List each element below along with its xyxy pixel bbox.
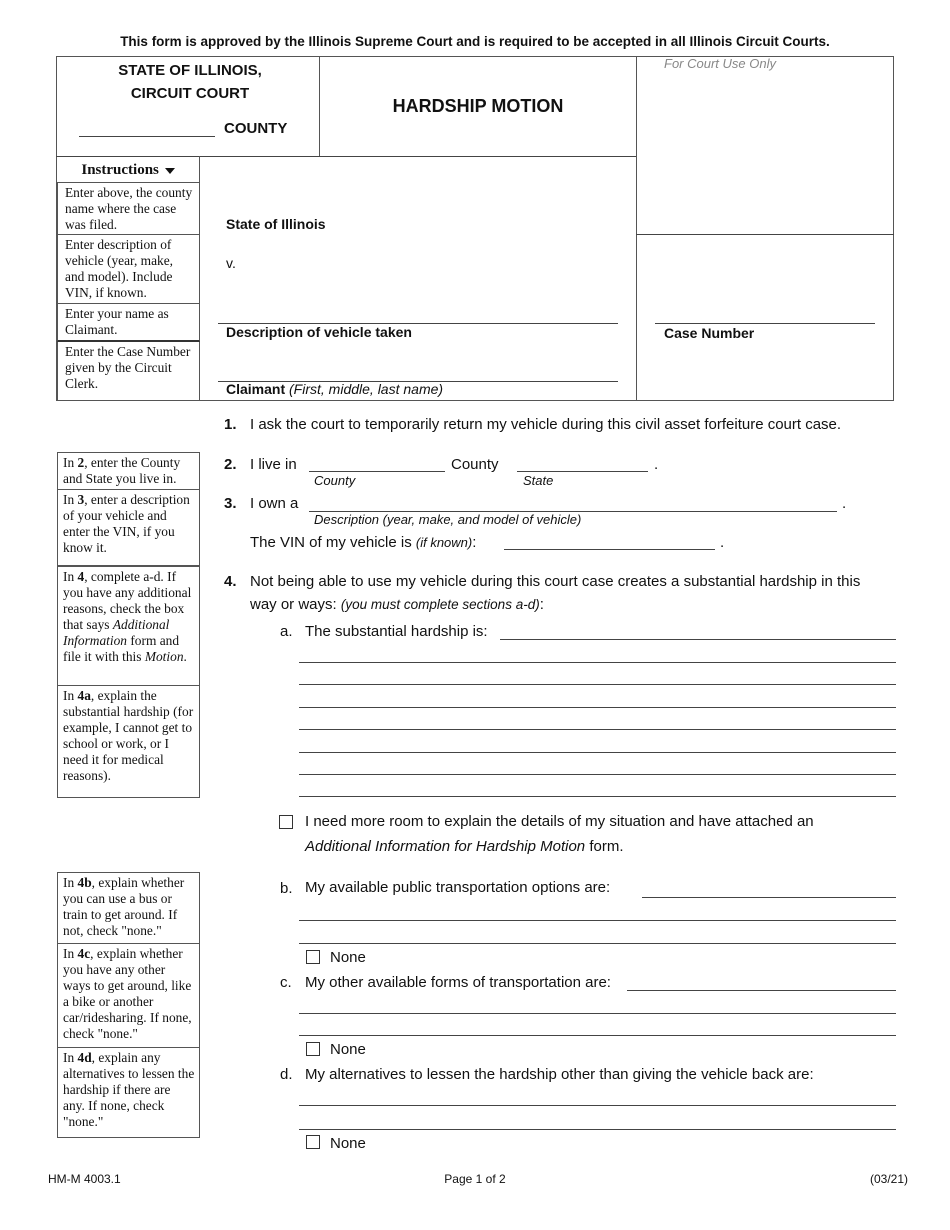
hardship-field-line[interactable] [299,752,896,753]
vehicle-description-label: Description of vehicle taken [226,324,412,340]
side-note-4b: In 4b, explain whether you can use a bus… [57,872,200,944]
residence-county-field[interactable] [309,471,445,472]
vin-field[interactable] [504,549,715,550]
alternatives-field-line[interactable] [299,1129,896,1130]
state-heading: STATE OF ILLINOIS, [118,62,262,79]
4d-none-label: None [330,1135,366,1152]
side-note-4d: In 4d, explain any alternatives to lesse… [57,1047,200,1138]
item-4-line2: way or ways: (you must complete sections… [250,596,544,613]
public-transport-field-line[interactable] [299,943,896,944]
more-room-line1: I need more room to explain the details … [305,813,814,830]
other-transport-field-line[interactable] [299,1013,896,1014]
item-4b-letter: b. [280,880,293,897]
court-heading: CIRCUIT COURT [130,85,250,102]
4b-none-checkbox[interactable] [306,950,320,964]
alternatives-field-line[interactable] [299,1105,896,1106]
instructions-label: Instructions [81,162,159,178]
triangle-down-icon [164,167,175,174]
item-4d-text: My alternatives to lessen the hardship o… [305,1066,814,1083]
side-note-4c: In 4c, explain whether you have any othe… [57,943,200,1048]
instruction-claimant: Enter your name as Claimant. [57,304,200,342]
divider [636,56,637,401]
4b-none-label: None [330,949,366,966]
claimant-label-group: Claimant (First, middle, last name) [226,381,443,397]
hardship-field-line[interactable] [299,707,896,708]
4c-none-checkbox[interactable] [306,1042,320,1056]
court-use-only: For Court Use Only [664,56,776,71]
vin-period: . [720,534,725,551]
hardship-field-line[interactable] [299,774,896,775]
hardship-field-line[interactable] [500,639,896,640]
plaintiff-label: State of Illinois [226,216,326,232]
county-label: COUNTY [224,120,288,137]
county-field[interactable] [79,136,215,137]
item-4b-text: My available public transportation optio… [305,879,611,896]
vin-label-group: The VIN of my vehicle is (if known): [250,534,477,551]
form-title: HARDSHIP MOTION [392,96,564,116]
versus-label: v. [226,255,236,271]
public-transport-field-line[interactable] [299,920,896,921]
item-2-pre: I live in [250,456,297,473]
public-transport-field-line[interactable] [642,897,896,898]
item-2-number: 2. [224,456,237,473]
side-note-4a: In 4a, explain the substantial hardship … [57,685,200,798]
item-4a-text: The substantial hardship is: [305,623,488,640]
item-2-county-word: County [451,456,499,473]
approval-notice: This form is approved by the Illinois Su… [120,34,830,49]
state-hint: State [523,473,554,488]
hardship-field-line[interactable] [299,684,896,685]
item-4-number: 4. [224,573,237,590]
item-1-number: 1. [224,416,237,433]
hardship-field-line[interactable] [299,796,896,797]
other-transport-field-line[interactable] [299,1035,896,1036]
county-hint: County [314,473,356,488]
instruction-case-number: Enter the Case Number given by the Circu… [57,342,200,401]
claimant-label: Claimant [226,381,286,397]
side-note-3: In 3, enter a description of your vehicl… [57,489,200,566]
more-room-line2: Additional Information for Hardship Moti… [305,838,624,855]
hardship-field-line[interactable] [299,729,896,730]
case-number-label: Case Number [664,325,755,341]
item-4c-text: My other available forms of transportati… [305,974,611,991]
side-note-2: In 2, enter the County and State you liv… [57,452,200,490]
revision-date: (03/21) [869,1172,908,1186]
item-4d-letter: d. [280,1066,293,1083]
4d-none-checkbox[interactable] [306,1135,320,1149]
instruction-vehicle: Enter description of vehicle (year, make… [57,235,200,304]
item-3-number: 3. [224,495,237,512]
item-3-period: . [842,495,847,512]
item-3-pre: I own a [250,495,299,512]
case-number-field[interactable] [655,323,875,324]
item-4a-letter: a. [280,623,293,640]
instruction-county: Enter above, the county name where the c… [57,183,200,235]
claimant-hint: (First, middle, last name) [289,381,444,397]
hardship-field-line[interactable] [299,662,896,663]
side-note-4: In 4, complete a-d. If you have any addi… [57,566,200,686]
divider [636,234,894,235]
vehicle-desc-hint: Description (year, make, and model of ve… [314,512,582,527]
more-room-checkbox[interactable] [279,815,293,829]
other-transport-field-line[interactable] [627,990,896,991]
item-1-text: I ask the court to temporarily return my… [250,416,842,433]
instructions-heading[interactable]: Instructions [57,157,199,183]
item-4-line1: Not being able to use my vehicle during … [250,573,861,590]
page-number: Page 1 of 2 [444,1172,506,1186]
4c-none-label: None [330,1041,366,1058]
item-2-period: . [654,456,659,473]
residence-state-field[interactable] [517,471,648,472]
item-4c-letter: c. [280,974,292,991]
